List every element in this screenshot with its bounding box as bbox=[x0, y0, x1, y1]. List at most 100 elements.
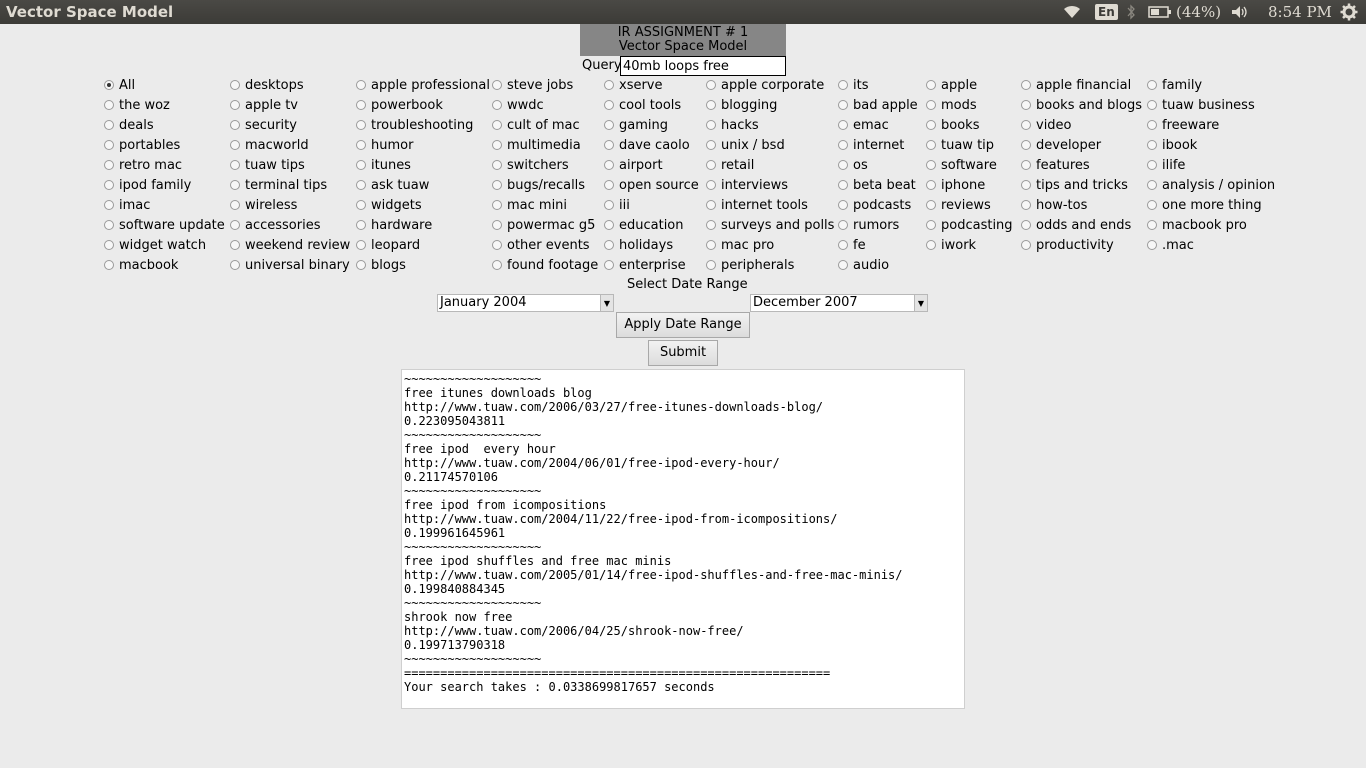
category-radio[interactable]: universal binary bbox=[230, 256, 350, 274]
category-radio[interactable]: gaming bbox=[604, 116, 668, 134]
radio-button-icon[interactable] bbox=[604, 200, 614, 210]
category-radio[interactable]: video bbox=[1021, 116, 1072, 134]
radio-button-icon[interactable] bbox=[492, 140, 502, 150]
category-radio[interactable]: family bbox=[1147, 76, 1202, 94]
radio-button-icon[interactable] bbox=[1147, 160, 1157, 170]
category-radio[interactable]: software bbox=[926, 156, 997, 174]
category-radio[interactable]: ipod family bbox=[104, 176, 191, 194]
radio-button-icon[interactable] bbox=[1147, 180, 1157, 190]
results-text-area[interactable]: ~~~~~~~~~~~~~~~~~~~ free itunes downloads… bbox=[401, 369, 965, 709]
category-radio[interactable]: productivity bbox=[1021, 236, 1114, 254]
bluetooth-icon[interactable] bbox=[1126, 0, 1136, 24]
category-radio[interactable]: deals bbox=[104, 116, 154, 134]
category-radio[interactable]: xserve bbox=[604, 76, 663, 94]
category-radio[interactable]: imac bbox=[104, 196, 150, 214]
radio-button-icon[interactable] bbox=[104, 260, 114, 270]
category-radio[interactable]: tips and tricks bbox=[1021, 176, 1128, 194]
radio-button-icon[interactable] bbox=[926, 120, 936, 130]
radio-button-icon[interactable] bbox=[838, 200, 848, 210]
category-radio[interactable]: apple financial bbox=[1021, 76, 1131, 94]
radio-button-icon[interactable] bbox=[230, 140, 240, 150]
radio-button-icon[interactable] bbox=[356, 120, 366, 130]
category-radio[interactable]: tuaw tips bbox=[230, 156, 305, 174]
radio-button-icon[interactable] bbox=[838, 120, 848, 130]
category-radio[interactable]: books bbox=[926, 116, 979, 134]
category-radio[interactable]: found footage bbox=[492, 256, 598, 274]
battery-icon[interactable] bbox=[1148, 0, 1172, 24]
radio-button-icon[interactable] bbox=[104, 240, 114, 250]
radio-button-icon[interactable] bbox=[1021, 160, 1031, 170]
radio-button-icon[interactable] bbox=[104, 100, 114, 110]
radio-button-icon[interactable] bbox=[1021, 240, 1031, 250]
radio-button-icon[interactable] bbox=[838, 220, 848, 230]
radio-button-icon[interactable] bbox=[604, 160, 614, 170]
radio-button-icon[interactable] bbox=[604, 180, 614, 190]
radio-button-icon[interactable] bbox=[838, 100, 848, 110]
category-radio[interactable]: retro mac bbox=[104, 156, 182, 174]
category-radio[interactable]: accessories bbox=[230, 216, 321, 234]
category-radio[interactable]: apple tv bbox=[230, 96, 298, 114]
radio-button-icon[interactable] bbox=[492, 200, 502, 210]
category-radio[interactable]: iwork bbox=[926, 236, 976, 254]
radio-button-icon[interactable] bbox=[604, 100, 614, 110]
radio-button-icon[interactable] bbox=[604, 260, 614, 270]
category-radio[interactable]: bad apple bbox=[838, 96, 918, 114]
category-radio[interactable]: enterprise bbox=[604, 256, 686, 274]
category-radio[interactable]: steve jobs bbox=[492, 76, 573, 94]
radio-button-icon[interactable] bbox=[230, 200, 240, 210]
category-radio[interactable]: .mac bbox=[1147, 236, 1194, 254]
category-radio[interactable]: multimedia bbox=[492, 136, 581, 154]
radio-button-icon[interactable] bbox=[356, 160, 366, 170]
category-radio[interactable]: weekend review bbox=[230, 236, 350, 254]
category-radio[interactable]: dave caolo bbox=[604, 136, 690, 154]
category-radio[interactable]: odds and ends bbox=[1021, 216, 1131, 234]
category-radio[interactable]: ibook bbox=[1147, 136, 1197, 154]
category-radio[interactable]: software update bbox=[104, 216, 225, 234]
radio-button-icon[interactable] bbox=[926, 220, 936, 230]
radio-button-icon[interactable] bbox=[706, 180, 716, 190]
radio-button-icon[interactable] bbox=[1147, 80, 1157, 90]
category-radio[interactable]: widget watch bbox=[104, 236, 206, 254]
radio-button-icon[interactable] bbox=[492, 180, 502, 190]
category-radio[interactable]: developer bbox=[1021, 136, 1101, 154]
radio-button-icon[interactable] bbox=[706, 100, 716, 110]
radio-button-icon[interactable] bbox=[230, 100, 240, 110]
category-radio[interactable]: reviews bbox=[926, 196, 991, 214]
radio-button-icon[interactable] bbox=[104, 200, 114, 210]
radio-button-icon[interactable] bbox=[926, 200, 936, 210]
radio-button-icon[interactable] bbox=[604, 120, 614, 130]
radio-button-icon[interactable] bbox=[838, 240, 848, 250]
radio-button-icon[interactable] bbox=[492, 220, 502, 230]
radio-button-icon[interactable] bbox=[230, 120, 240, 130]
category-radio[interactable]: security bbox=[230, 116, 297, 134]
radio-button-icon[interactable] bbox=[926, 180, 936, 190]
category-radio[interactable]: one more thing bbox=[1147, 196, 1262, 214]
wifi-icon[interactable] bbox=[1062, 0, 1082, 24]
category-radio[interactable]: bugs/recalls bbox=[492, 176, 585, 194]
category-radio[interactable]: leopard bbox=[356, 236, 420, 254]
radio-button-icon[interactable] bbox=[838, 160, 848, 170]
radio-button-icon[interactable] bbox=[926, 160, 936, 170]
category-radio[interactable]: other events bbox=[492, 236, 590, 254]
keyboard-language-indicator[interactable]: En bbox=[1095, 0, 1118, 24]
radio-button-icon[interactable] bbox=[492, 240, 502, 250]
start-date-select[interactable]: January 2004 ▼ bbox=[437, 294, 614, 312]
radio-button-icon[interactable] bbox=[230, 260, 240, 270]
radio-button-icon[interactable] bbox=[104, 180, 114, 190]
category-radio[interactable]: wireless bbox=[230, 196, 297, 214]
category-radio[interactable]: surveys and polls bbox=[706, 216, 834, 234]
radio-button-icon[interactable] bbox=[926, 80, 936, 90]
category-radio[interactable]: iii bbox=[604, 196, 630, 214]
category-radio[interactable]: ask tuaw bbox=[356, 176, 429, 194]
category-radio[interactable]: powermac g5 bbox=[492, 216, 595, 234]
category-radio[interactable]: desktops bbox=[230, 76, 304, 94]
radio-button-icon[interactable] bbox=[492, 100, 502, 110]
category-radio[interactable]: internet tools bbox=[706, 196, 808, 214]
volume-icon[interactable] bbox=[1230, 0, 1250, 24]
category-radio[interactable]: books and blogs bbox=[1021, 96, 1142, 114]
radio-button-icon[interactable] bbox=[1021, 100, 1031, 110]
end-date-select[interactable]: December 2007 ▼ bbox=[750, 294, 928, 312]
radio-button-icon[interactable] bbox=[838, 140, 848, 150]
category-radio[interactable]: troubleshooting bbox=[356, 116, 473, 134]
radio-button-icon[interactable] bbox=[706, 80, 716, 90]
